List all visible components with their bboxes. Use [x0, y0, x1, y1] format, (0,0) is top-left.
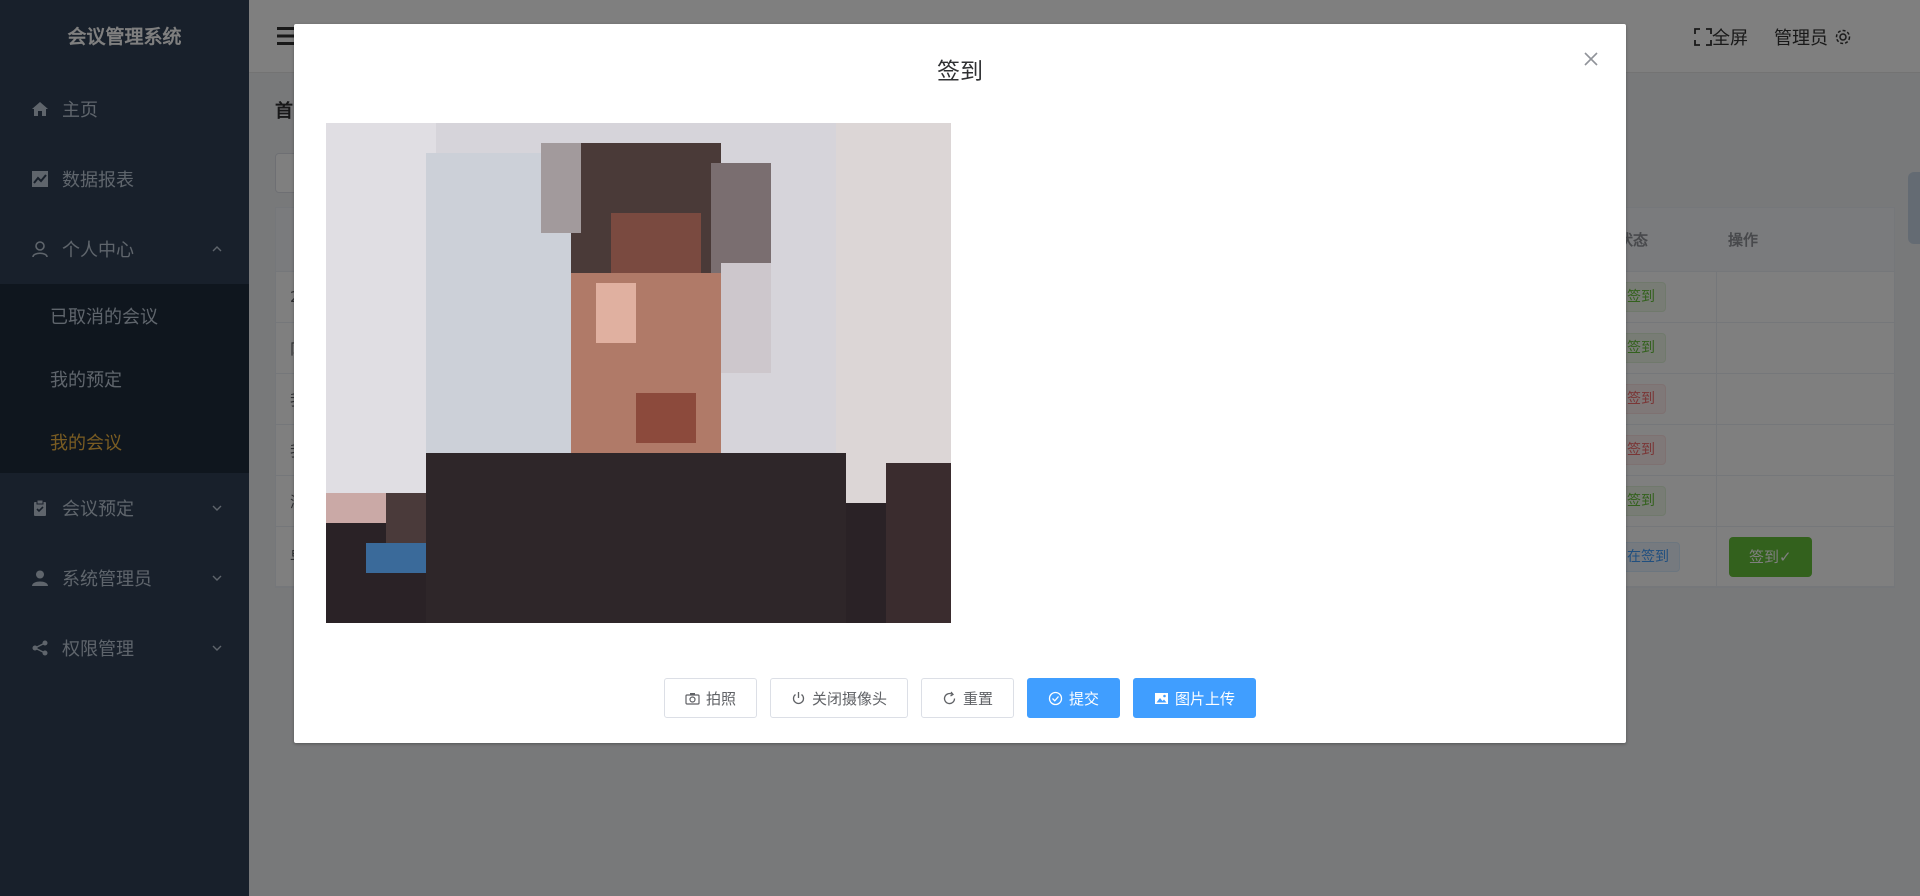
reset-button[interactable]: 重置 [920, 678, 1014, 718]
check-circle-icon [1048, 691, 1063, 706]
dialog-actions: 拍照 关闭摄像头 重置 提交 图片上传 [294, 678, 1626, 718]
close-camera-label: 关闭摄像头 [811, 689, 887, 708]
dialog-title: 签到 [937, 59, 983, 85]
image-icon [1154, 691, 1169, 706]
power-icon [791, 691, 806, 706]
take-photo-button[interactable]: 拍照 [663, 678, 757, 718]
take-photo-label: 拍照 [705, 689, 736, 708]
upload-image-button[interactable]: 图片上传 [1133, 678, 1257, 718]
close-camera-button[interactable]: 关闭摄像头 [769, 678, 908, 718]
close-icon[interactable] [1582, 50, 1600, 68]
submit-button[interactable]: 提交 [1027, 678, 1121, 718]
upload-image-label: 图片上传 [1175, 689, 1236, 708]
reset-label: 重置 [962, 689, 993, 708]
refresh-icon [942, 691, 957, 706]
sign-in-dialog: 签到 拍照 关闭摄像头 重置 提交 图片上传 [294, 24, 1626, 743]
camera-preview [326, 123, 951, 623]
camera-icon [685, 691, 700, 706]
camera-feed-image [326, 123, 951, 623]
submit-label: 提交 [1069, 689, 1100, 708]
